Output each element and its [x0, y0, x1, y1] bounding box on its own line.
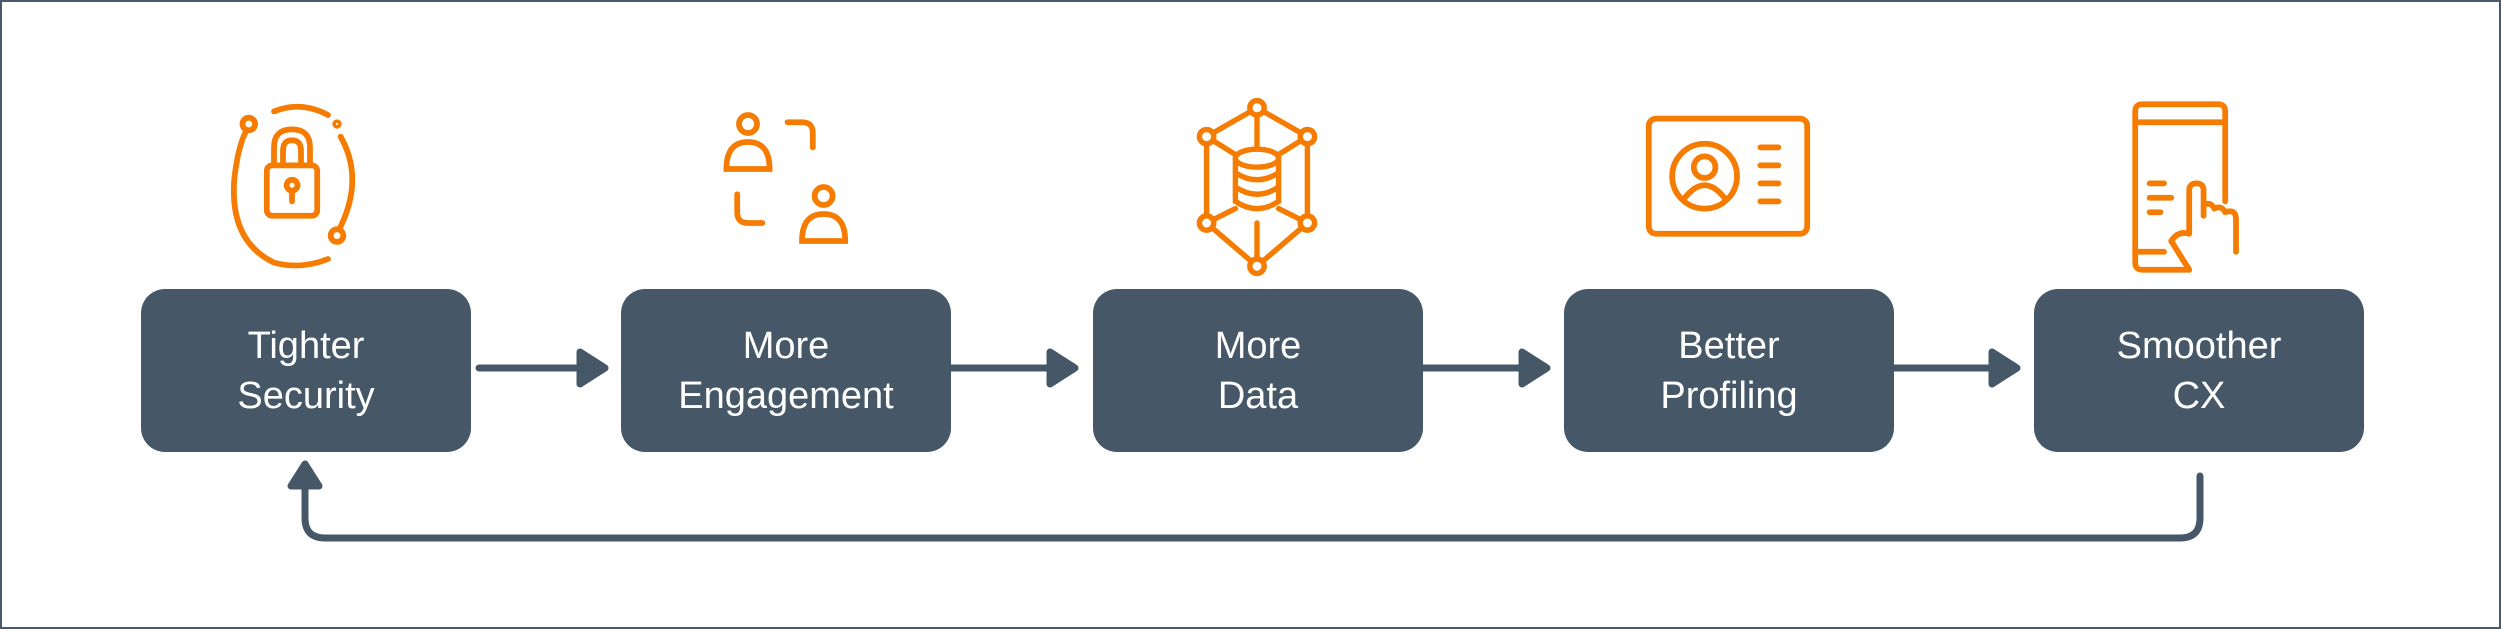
step-label-line2: Security: [237, 374, 375, 417]
arrow-2-3: [945, 348, 1079, 388]
step-better-profiling: Better Profiling: [1564, 289, 1894, 452]
database-network-icon: [1167, 97, 1347, 277]
padlock-cycle-icon: [220, 97, 400, 277]
step-label-line2: Engagement: [678, 374, 894, 417]
step-more-data: More Data: [1093, 289, 1423, 452]
step-label-line2: Profiling: [1660, 374, 1798, 417]
step-label-line1: Smoother: [2116, 324, 2282, 367]
arrow-3-4: [1418, 348, 1551, 388]
step-label-line2: Data: [1217, 374, 1299, 417]
flow-diagram: Tighter Security More Engagement More Da…: [0, 0, 2501, 629]
step-label-line2: CX: [2172, 374, 2226, 417]
step-label-line1: Better: [1678, 324, 1780, 367]
feedback-loop-arrow: [287, 460, 2204, 542]
step-more-engagement: More Engagement: [621, 289, 951, 452]
step-label-line1: More: [742, 324, 830, 367]
step-smoother-cx: Smoother CX: [2034, 289, 2364, 452]
step-label-line1: More: [1214, 324, 1302, 367]
step-tighter-security: Tighter Security: [141, 289, 471, 452]
arrow-1-2: [475, 348, 609, 388]
arrow-4-5: [1888, 348, 2021, 388]
people-exchange-icon: [694, 97, 874, 277]
phone-tap-icon: [2110, 97, 2290, 277]
profile-card-icon: [1638, 97, 1818, 277]
step-label-line1: Tighter: [247, 324, 365, 367]
